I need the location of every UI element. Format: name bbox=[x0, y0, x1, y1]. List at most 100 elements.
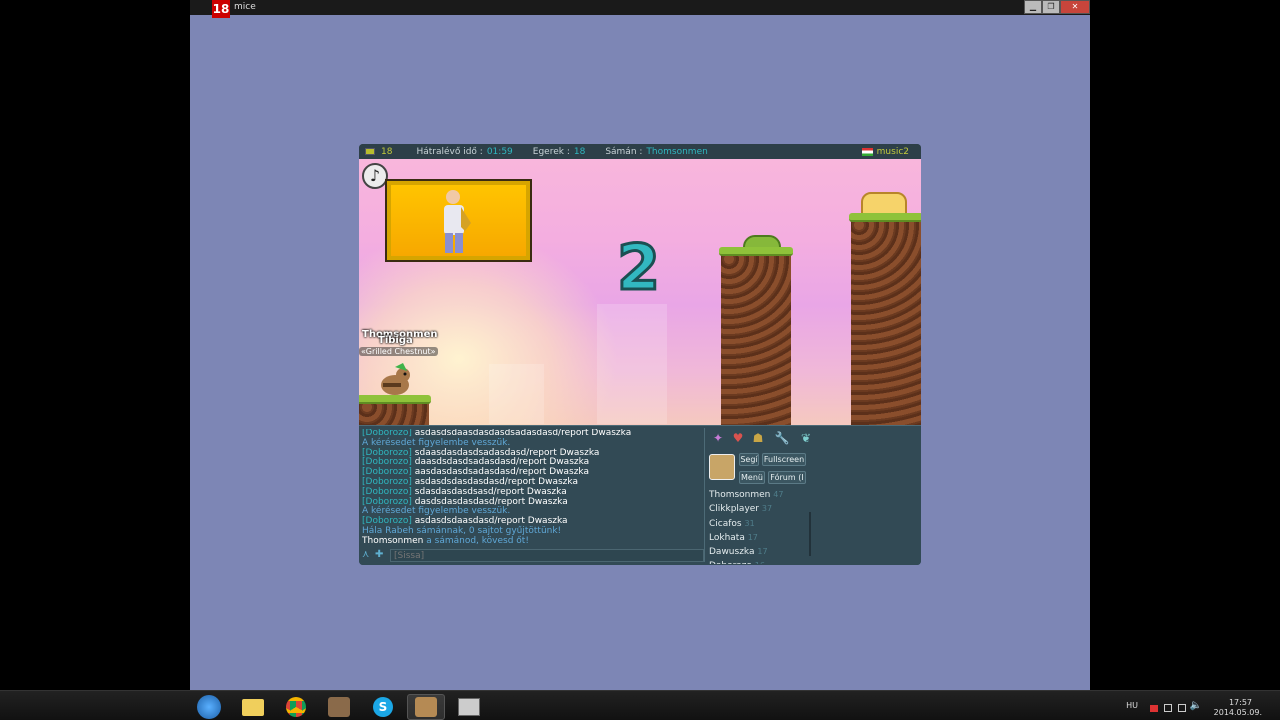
fullscreen-button[interactable]: Fullscreen bbox=[762, 453, 806, 466]
system-message: A kérésedet figyelembe vesszük. bbox=[362, 437, 511, 448]
player-name-front: Tibiga bbox=[378, 335, 413, 346]
player-list-name: Dawuszka bbox=[709, 547, 755, 558]
settings-icon[interactable]: 🔧 bbox=[769, 429, 795, 447]
list-item[interactable]: Doborozo 16 bbox=[709, 559, 809, 564]
taskbar-chrome[interactable] bbox=[277, 694, 315, 720]
forum-button[interactable]: Fórum (I bbox=[768, 471, 806, 484]
chat-text: sdasdasdasdsasd/report Dwaszka bbox=[414, 486, 567, 497]
help-button[interactable]: Segí bbox=[739, 453, 759, 466]
clock-date[interactable]: 2014.05.09. bbox=[1214, 708, 1262, 717]
player-list-name: Doborozo bbox=[709, 561, 752, 564]
saxophonist-image bbox=[444, 190, 471, 253]
player-list-score: 17 bbox=[757, 547, 768, 557]
chat-author[interactable]: [Doborozo] bbox=[362, 457, 412, 467]
chrome-icon bbox=[286, 697, 306, 717]
windows-logo-icon bbox=[197, 695, 221, 719]
list-item[interactable]: Cicafos 31 bbox=[709, 517, 809, 531]
chat-text: daasdsdasdsadasdasd/report Dwaszka bbox=[414, 457, 590, 468]
room-name: music2 bbox=[876, 146, 909, 157]
mice-label: Egerek : bbox=[532, 146, 570, 157]
countdown-number: 2 bbox=[615, 230, 661, 306]
tribe-icon[interactable]: ♥ bbox=[729, 429, 747, 447]
mice-value: 18 bbox=[573, 146, 586, 157]
action-center-icon[interactable] bbox=[1164, 704, 1172, 712]
taskbar-skype[interactable]: S bbox=[364, 694, 402, 720]
volume-icon[interactable]: 🔈 bbox=[1190, 700, 1202, 711]
game-character-icon bbox=[328, 697, 350, 717]
system-message: A kérésedet figyelembe vesszük. bbox=[362, 506, 511, 517]
list-item[interactable]: Clikkplayer 37 bbox=[709, 502, 809, 516]
close-button[interactable]: ✕ bbox=[1060, 0, 1090, 14]
chat-input[interactable] bbox=[390, 549, 704, 562]
list-item[interactable]: Thomsonmen 47 bbox=[709, 488, 809, 502]
friends-icon[interactable]: ☗ bbox=[749, 429, 767, 447]
chat-text: Thomsonmen bbox=[362, 535, 424, 546]
chat-plus-icon[interactable]: ✚ bbox=[375, 549, 386, 561]
player-list-score: 17 bbox=[747, 532, 758, 542]
game-stage[interactable]: ♪ 2 46 Thomsonmen Tibiga «Grilled Chestn… bbox=[359, 159, 921, 425]
time-label: Hátralévő idő : bbox=[416, 146, 483, 157]
bottom-panel: [Doborozo] asdasdsdaasdasdasdsadasdasd/r… bbox=[359, 425, 921, 565]
app-window-icon bbox=[458, 698, 480, 716]
background-panel bbox=[489, 364, 544, 424]
player-list-name: Cicafos bbox=[709, 518, 742, 529]
chat-input-row: ⋏ ✚ bbox=[362, 549, 704, 562]
skype-icon: S bbox=[373, 697, 393, 717]
taskbar-transformice[interactable] bbox=[407, 694, 445, 720]
flag-tray-icon[interactable] bbox=[1150, 705, 1158, 712]
taskbar-explorer[interactable] bbox=[234, 694, 272, 720]
clock-time[interactable]: 17:57 bbox=[1229, 698, 1252, 707]
shaman-label: Sámán : bbox=[605, 146, 643, 157]
window-controls: ▁ ❐ ✕ bbox=[1024, 0, 1090, 14]
chat-mode-icon[interactable]: ⋏ bbox=[362, 549, 373, 561]
player-list-name: Lokhata bbox=[709, 532, 745, 543]
panel-divider bbox=[704, 428, 705, 562]
saxophonist-picture bbox=[385, 179, 532, 262]
chat-author[interactable]: [Doborozo] bbox=[362, 467, 412, 477]
game-frame: 18 Hátralévő idő : 01:59 Egerek : 18 Sám… bbox=[359, 144, 921, 565]
chat-message: Thomsonmen a sámánod, kövesd őt! bbox=[362, 535, 704, 547]
game-status-bar: 18 Hátralévő idő : 01:59 Egerek : 18 Sám… bbox=[359, 144, 921, 159]
list-item[interactable]: Dawuszka 17 bbox=[709, 545, 809, 559]
dirt-pillar-right bbox=[849, 213, 921, 425]
chat-text: asdasdsdaasdasd/report Dwaszka bbox=[414, 516, 568, 527]
menu-button[interactable]: Menü bbox=[739, 471, 765, 484]
chat-log: [Doborozo] asdasdsdaasdasdasdsadasdasd/r… bbox=[362, 429, 704, 547]
cheese-count: 18 bbox=[381, 146, 393, 157]
system-message: Hála Rabeh sámánnak, 0 sajtot gyűjtöttün… bbox=[362, 525, 562, 536]
player-list-scrollbar[interactable] bbox=[809, 512, 811, 556]
taskbar-app[interactable] bbox=[450, 694, 488, 720]
chat-text: aasdasdasdsadasdasd/report Dwaszka bbox=[414, 467, 589, 478]
list-item[interactable]: Lokhata 17 bbox=[709, 531, 809, 545]
start-button[interactable] bbox=[190, 694, 228, 720]
cheese-icon bbox=[365, 148, 375, 155]
feather-icon[interactable]: ❦ bbox=[797, 429, 815, 447]
system-message: a sámánod, kövesd őt! bbox=[423, 535, 529, 546]
tool-icons: ✦ ♥ ☗ 🔧 ❦ bbox=[709, 429, 815, 447]
window-titlebar: 18 mice ▁ ❐ ✕ bbox=[190, 0, 1090, 18]
chat-author[interactable]: [Doborozo] bbox=[362, 429, 412, 438]
chat-text: sdaasdasdasdsadasdasd/report Dwaszka bbox=[414, 447, 600, 458]
maximize-button[interactable]: ❐ bbox=[1042, 0, 1060, 14]
time-value: 01:59 bbox=[486, 146, 513, 157]
avatar[interactable] bbox=[709, 454, 735, 480]
chat-author[interactable]: [Doborozo] bbox=[362, 487, 412, 497]
player-list-name: Clikkplayer bbox=[709, 504, 760, 515]
chat-text: asdasdsdaasdasdasdsadasdasd/report Dwasz… bbox=[414, 429, 632, 438]
language-indicator[interactable]: HU bbox=[1126, 701, 1138, 710]
flag-icon bbox=[861, 147, 873, 156]
taskbar-game[interactable] bbox=[320, 694, 358, 720]
background-panel bbox=[597, 304, 667, 424]
player-list-name: Thomsonmen bbox=[709, 490, 771, 500]
network-icon[interactable] bbox=[1178, 704, 1186, 712]
chat-author[interactable]: [Doborozo] bbox=[362, 448, 412, 458]
chat-author[interactable]: [Doborozo] bbox=[362, 477, 412, 487]
chat-author[interactable]: [Doborozo] bbox=[362, 516, 412, 526]
player-list-score: 37 bbox=[761, 504, 773, 514]
player-list-score: 47 bbox=[773, 490, 784, 499]
minimize-button[interactable]: ▁ bbox=[1024, 0, 1042, 14]
app-logo-icon: 18 bbox=[212, 0, 230, 18]
shop-icon[interactable]: ✦ bbox=[709, 429, 727, 447]
right-panel: ✦ ♥ ☗ 🔧 ❦ Segí Fullscreen Menü Fórum (I … bbox=[707, 426, 919, 565]
player-mouse-sprite[interactable] bbox=[373, 363, 419, 397]
